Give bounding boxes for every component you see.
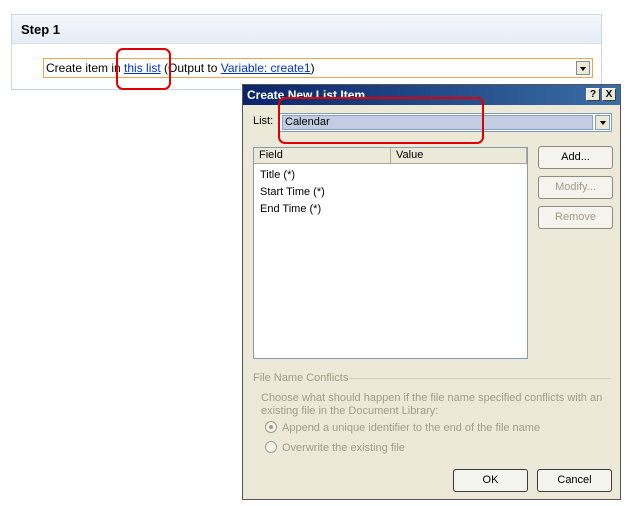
action-dropdown-button[interactable] (576, 61, 590, 75)
column-header-value[interactable]: Value (391, 148, 527, 163)
list-label: List: (253, 115, 274, 127)
overwrite-file-label: Overwrite the existing file (282, 442, 405, 454)
close-button[interactable]: X (602, 88, 616, 101)
chevron-down-icon (600, 121, 606, 125)
help-button[interactable]: ? (586, 88, 600, 101)
step-title: Step 1 (12, 15, 601, 44)
highlight-list-select (278, 97, 484, 144)
radio-selected-icon[interactable] (265, 421, 277, 433)
add-button[interactable]: Add... (538, 146, 613, 169)
highlight-this-list (116, 48, 171, 90)
field-row-end-time[interactable]: End Time (*) (260, 203, 321, 215)
workflow-step-panel: Step 1 Create item in this list (Output … (11, 14, 602, 90)
radio-unselected-icon[interactable] (265, 441, 277, 453)
chevron-down-icon (580, 67, 586, 71)
output-variable-link[interactable]: Variable: create1 (221, 61, 311, 75)
file-name-conflicts-label: File Name Conflicts (253, 372, 349, 384)
conflicts-description: Choose what should happen if the file na… (261, 392, 603, 417)
create-new-list-item-dialog: Create New List Item ? X List: Calendar … (242, 84, 621, 500)
append-identifier-option[interactable]: Append a unique identifier to the end of… (265, 421, 540, 434)
remove-button[interactable]: Remove (538, 206, 613, 229)
field-row-title[interactable]: Title (*) (260, 169, 295, 181)
column-header-field[interactable]: Field (254, 148, 391, 163)
field-row-start-time[interactable]: Start Time (*) (260, 186, 325, 198)
action-suffix-text: ) (310, 61, 315, 75)
append-identifier-label: Append a unique identifier to the end of… (282, 422, 541, 434)
modify-button[interactable]: Modify... (538, 176, 613, 199)
fields-list[interactable]: Field Value Title (*) Start Time (*) End… (253, 147, 528, 359)
list-dropdown-button[interactable] (595, 115, 610, 130)
ok-button[interactable]: OK (453, 469, 528, 492)
overwrite-file-option[interactable]: Overwrite the existing file (265, 441, 405, 454)
group-divider (349, 378, 611, 379)
cancel-button[interactable]: Cancel (537, 469, 612, 492)
action-prefix-text: Create item in (46, 61, 125, 75)
fields-header: Field Value (254, 148, 527, 164)
